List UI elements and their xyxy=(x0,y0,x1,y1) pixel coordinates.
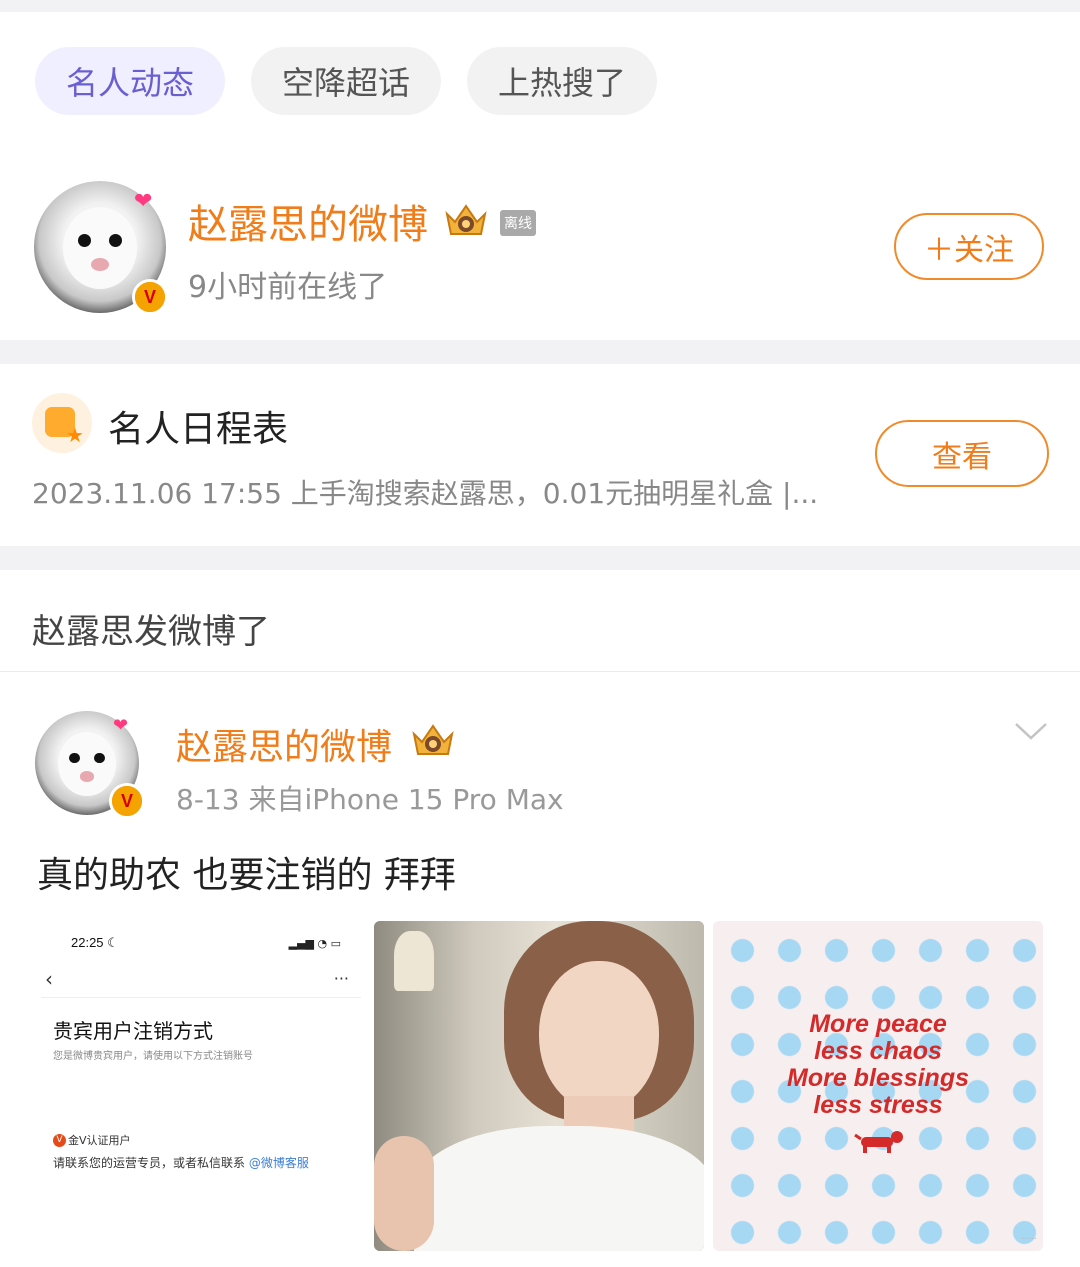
calendar-icon: ★ xyxy=(32,393,92,453)
view-button[interactable]: 查看 xyxy=(875,420,1049,487)
weibo-service-link: @微博客服 xyxy=(248,1156,309,1170)
heart-icon: ❤ xyxy=(113,715,129,736)
quote-text: More peace less chaos More blessings les… xyxy=(787,1010,969,1119)
avatar-nose xyxy=(79,771,95,782)
verified-icon: V xyxy=(53,1133,66,1147)
post-text: 真的助农 也要注销的 拜拜 xyxy=(37,855,456,896)
crown-icon xyxy=(412,724,454,755)
watermark: ····· xyxy=(1021,1234,1037,1245)
dachshund-icon xyxy=(854,1131,903,1153)
verified-badge-icon: V xyxy=(132,279,168,315)
post-image-quote[interactable]: More peace less chaos More blessings les… xyxy=(713,921,1043,1251)
section-heading: 赵露思发微博了 xyxy=(32,612,270,652)
section-divider xyxy=(0,340,1080,364)
avatar-eye xyxy=(69,752,80,763)
online-status-text: 9小时前在线了 xyxy=(188,270,388,305)
contact-text: 请联系您的运营专员，或者私信联系 @微博客服 xyxy=(53,1156,309,1170)
offline-badge: 离线 xyxy=(500,210,536,236)
post-author-name[interactable]: 赵露思的微博 xyxy=(176,718,392,770)
photo-shirt xyxy=(414,1126,704,1251)
avatar-face xyxy=(63,207,137,290)
top-divider xyxy=(0,0,1080,12)
divider xyxy=(0,671,1080,672)
photo-hand xyxy=(374,1136,434,1251)
avatar-nose xyxy=(90,257,110,271)
post-meta: 8-13 来自iPhone 15 Pro Max xyxy=(176,783,564,816)
follow-button[interactable]: ＋关注 xyxy=(894,213,1044,280)
screenshot-title: 贵宾用户注销方式 xyxy=(53,1019,213,1043)
more-icon: ··· xyxy=(333,969,349,988)
section-divider xyxy=(0,546,1080,570)
avatar-eye xyxy=(77,233,91,247)
avatar[interactable]: ❤ V xyxy=(34,181,168,315)
crown-icon xyxy=(445,204,487,235)
tab-celebrity-updates[interactable]: 名人动态 xyxy=(35,47,225,115)
v-user-row: V 金V认证用户 xyxy=(53,1132,131,1148)
schedule-description[interactable]: 2023.11.06 17:55 上手淘搜索赵露思，0.01元抽明星礼盒 |..… xyxy=(32,472,818,512)
status-time: 22:25 ☾ xyxy=(71,935,119,950)
screenshot-subtitle: 您是微博贵宾用户，请使用以下方式注销账号 xyxy=(53,1051,253,1062)
post-image-selfie[interactable] xyxy=(374,921,704,1251)
back-icon: ‹ xyxy=(45,967,53,991)
heart-icon: ❤ xyxy=(134,189,153,214)
filter-tabs: 名人动态 空降超话 上热搜了 xyxy=(35,47,657,115)
avatar-face xyxy=(57,731,117,797)
wall-lamp xyxy=(394,931,434,991)
avatar-eye xyxy=(94,752,105,763)
verified-badge-icon: V xyxy=(109,783,145,819)
tab-hot-search[interactable]: 上热搜了 xyxy=(467,47,657,115)
schedule-title: 名人日程表 xyxy=(108,409,289,450)
tab-super-topic[interactable]: 空降超话 xyxy=(251,47,441,115)
divider xyxy=(41,997,361,998)
signal-battery-icon: ▂▄▆ ◔ ▭ xyxy=(288,937,341,950)
post-avatar[interactable]: ❤ V xyxy=(35,711,145,819)
v-user-label: 金V认证用户 xyxy=(68,1134,131,1147)
photo-face xyxy=(539,961,659,1111)
chevron-down-icon[interactable] xyxy=(1014,720,1048,744)
post-image-screenshot[interactable]: 22:25 ☾ ▂▄▆ ◔ ▭ ‹ ··· 贵宾用户注销方式 您是微博贵宾用户，… xyxy=(33,921,363,1251)
user-name[interactable]: 赵露思的微博 xyxy=(188,192,428,250)
